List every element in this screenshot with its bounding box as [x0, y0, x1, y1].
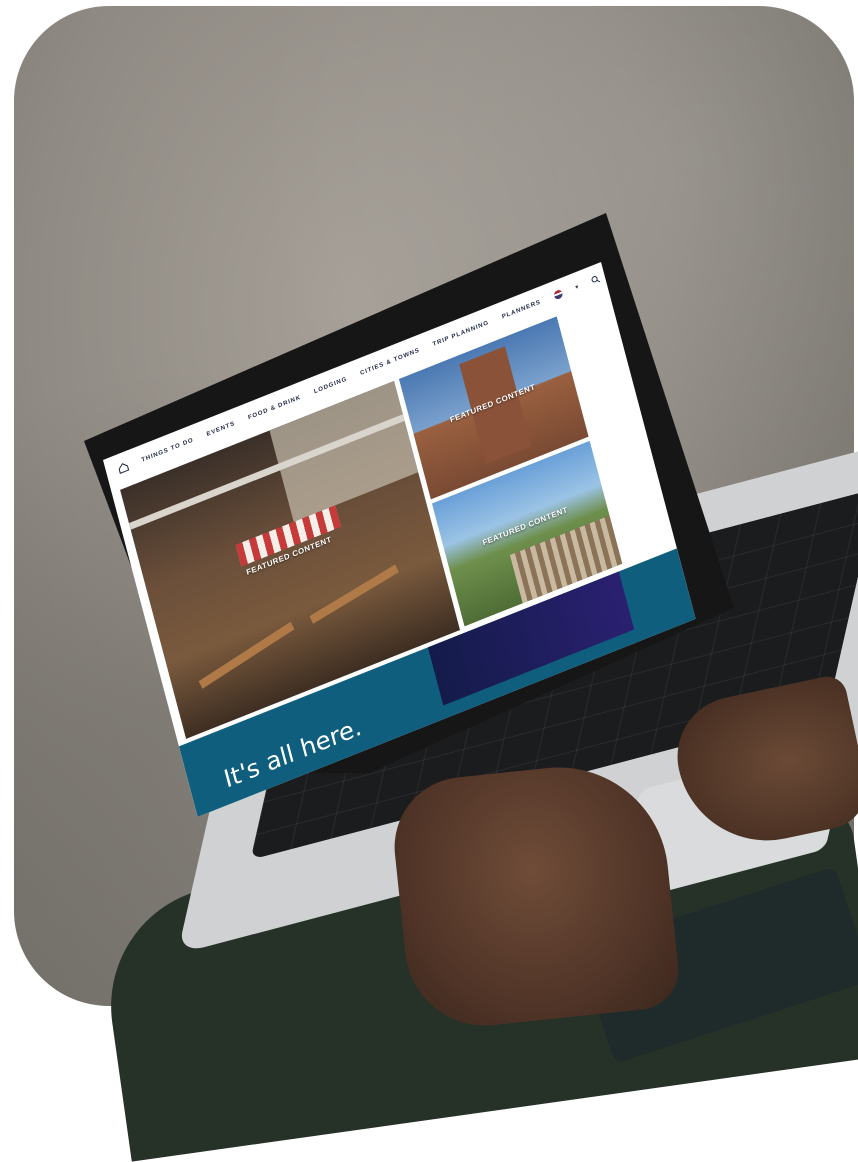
us-flag-icon[interactable] — [552, 288, 564, 301]
laptop-scene: THINGS TO DO EVENTS FOOD & DRINK LODGING… — [0, 0, 858, 1162]
table — [198, 621, 295, 689]
nav-item-planners[interactable]: PLANNERS — [501, 299, 541, 320]
nav-item-events[interactable]: EVENTS — [206, 420, 236, 437]
search-icon[interactable] — [591, 274, 602, 286]
nav-item-things-to-do[interactable]: THINGS TO DO — [141, 437, 194, 463]
hero-featured-overlay: FEATURED CONTENT — [151, 497, 427, 614]
nav-item-food-drink[interactable]: FOOD & DRINK — [247, 394, 301, 421]
table — [309, 564, 399, 624]
home-icon[interactable] — [117, 461, 130, 475]
nav-item-lodging[interactable]: LODGING — [313, 376, 347, 395]
featured-content-label: FEATURED CONTENT — [245, 534, 333, 577]
chevron-down-icon[interactable]: ▾ — [575, 283, 579, 291]
